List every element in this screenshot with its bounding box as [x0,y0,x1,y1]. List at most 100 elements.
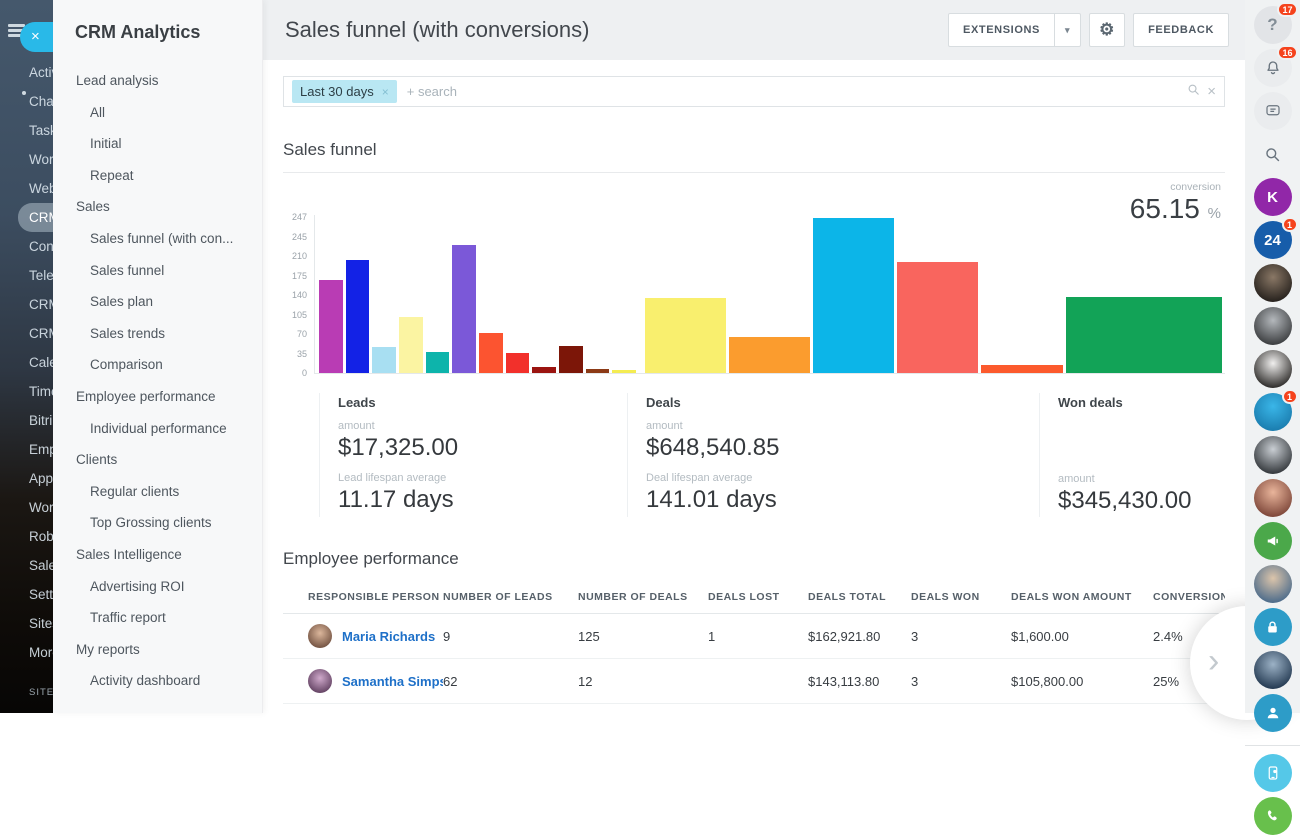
search-placeholder[interactable]: + search [407,84,457,99]
sidebar-item-robo[interactable]: Robo [0,522,53,551]
user-avatar-k[interactable]: K [1254,178,1292,216]
report-nav-activity-dashboard[interactable]: Activity dashboard [53,665,262,697]
sidebar-item-task[interactable]: Task [0,116,53,145]
report-nav-sales-funnel-with-con-[interactable]: Sales funnel (with con... [53,223,262,255]
report-nav-all[interactable]: All [53,97,262,129]
col-header-responsible-person[interactable]: RESPONSIBLE PERSON [283,583,443,614]
report-nav-employee-performance[interactable]: Employee performance [53,381,262,413]
sidebar-item-activ[interactable]: Activ [0,58,53,87]
contact-avatar-3[interactable] [1254,350,1292,388]
col-header-deals-lost[interactable]: DEALS LOST [708,583,808,614]
sitemap-link[interactable]: SITEMAP [0,687,53,698]
contact-avatar-1[interactable] [1254,264,1292,302]
notifications-bell-icon[interactable]: 16 [1254,49,1292,87]
funnel-bar-15[interactable] [813,218,894,373]
funnel-bar-6[interactable] [452,245,476,373]
funnel-bar-8[interactable] [506,353,530,373]
telephony-phone-icon[interactable] [1254,797,1292,835]
funnel-bar-3[interactable] [372,347,396,373]
marketing-megaphone-icon[interactable] [1254,522,1292,560]
funnel-bar-4[interactable] [399,317,423,373]
funnel-bar-9[interactable] [532,367,556,373]
funnel-bar-10[interactable] [559,346,583,373]
support-chat-icon[interactable] [1254,92,1292,130]
funnel-bar-11[interactable] [586,369,610,373]
sidebar-item-appl[interactable]: Appl [0,464,53,493]
report-nav-sales-funnel[interactable]: Sales funnel [53,255,262,287]
sidebar-item-setti[interactable]: Setti [0,580,53,609]
search-icon[interactable] [1254,135,1292,173]
funnel-bar-1[interactable] [319,280,343,373]
funnel-bar-5[interactable] [426,352,450,373]
report-nav-repeat[interactable]: Repeat [53,160,262,192]
sidebar-item-telep[interactable]: Telep [0,261,53,290]
clear-search-icon[interactable]: × [1207,83,1216,100]
funnel-bar-18[interactable] [1066,297,1222,373]
sidebar-item-more[interactable]: More [0,638,53,667]
report-nav-lead-analysis[interactable]: Lead analysis [53,65,262,97]
funnel-bar-12[interactable] [612,370,636,373]
funnel-bar-14[interactable] [729,337,810,373]
col-header-deals-won-amount[interactable]: DEALS WON AMOUNT [1011,583,1153,614]
user-silhouette-icon[interactable] [1254,694,1292,732]
feedback-button[interactable]: FEEDBACK [1133,13,1229,47]
contact-avatar-5[interactable] [1254,436,1292,474]
sidebar-item-chat[interactable]: Chat [0,87,53,116]
report-nav-sales-intelligence[interactable]: Sales Intelligence [53,539,262,571]
report-nav-comparison[interactable]: Comparison [53,349,262,381]
report-nav-individual-performance[interactable]: Individual performance [53,413,262,445]
help-icon[interactable]: ?17 [1254,6,1292,44]
report-nav-traffic-report[interactable]: Traffic report [53,602,262,634]
sidebar-item-emp[interactable]: Emp [0,435,53,464]
col-header-deals-won[interactable]: DEALS WON [911,583,1011,614]
sidebar-item-cale[interactable]: Cale [0,348,53,377]
col-header-number-of-leads[interactable]: NUMBER OF LEADS [443,583,578,614]
col-header-conversion[interactable]: CONVERSION [1153,583,1225,614]
report-nav-regular-clients[interactable]: Regular clients [53,476,262,508]
sidebar-item-time[interactable]: Time [0,377,53,406]
responsible-person-link[interactable]: Maria Richards [342,629,435,644]
filter-search-bar[interactable]: Last 30 days × + search × [283,76,1225,107]
report-nav-initial[interactable]: Initial [53,128,262,160]
sidebar-item-worl[interactable]: Worl [0,493,53,522]
feedback-label[interactable]: FEEDBACK [1134,24,1228,36]
contact-avatar-6[interactable] [1254,479,1292,517]
report-nav-my-reports[interactable]: My reports [53,634,262,666]
funnel-bar-17[interactable] [981,365,1064,373]
sidebar-item-cont[interactable]: Cont [0,232,53,261]
report-nav-sales[interactable]: Sales [53,191,262,223]
bitrix24-logo[interactable]: 241 [1254,221,1292,259]
report-nav-clients[interactable]: Clients [53,444,262,476]
responsible-person-link[interactable]: Samantha Simpson [342,674,443,689]
contact-avatar-4[interactable]: 1 [1254,393,1292,431]
search-icon[interactable] [1186,82,1201,102]
lock-icon[interactable] [1254,608,1292,646]
report-nav-sales-trends[interactable]: Sales trends [53,318,262,350]
report-nav-sales-plan[interactable]: Sales plan [53,286,262,318]
contact-avatar-7[interactable] [1254,565,1292,603]
sidebar-item-crm[interactable]: CRM [0,319,53,348]
funnel-bar-16[interactable] [897,262,978,373]
extensions-button[interactable]: EXTENSIONS ▾ [948,13,1081,47]
settings-gear-button[interactable]: ⚙ [1089,13,1125,47]
sidebar-item-crm[interactable]: CRM [0,290,53,319]
chevron-down-icon[interactable]: ▾ [1055,25,1080,36]
col-header-number-of-deals[interactable]: NUMBER OF DEALS [578,583,708,614]
col-header-deals-total[interactable]: DEALS TOTAL [808,583,911,614]
contact-avatar-8[interactable] [1254,651,1292,689]
mobile-app-icon[interactable] [1254,754,1292,792]
remove-filter-icon[interactable]: × [382,85,389,99]
sidebar-item-sites[interactable]: Sites [0,609,53,638]
funnel-bar-13[interactable] [645,298,726,373]
contact-avatar-2[interactable] [1254,307,1292,345]
report-nav-top-grossing-clients[interactable]: Top Grossing clients [53,507,262,539]
sidebar-item-sales[interactable]: Sales [0,551,53,580]
extensions-label[interactable]: EXTENSIONS [949,24,1054,36]
sidebar-item-worl[interactable]: Worl [0,145,53,174]
filter-chip-last-30-days[interactable]: Last 30 days × [292,80,397,103]
report-nav-advertising-roi[interactable]: Advertising ROI [53,571,262,603]
sidebar-item-web[interactable]: Web [0,174,53,203]
funnel-bar-7[interactable] [479,333,503,373]
funnel-bar-2[interactable] [346,260,370,373]
sidebar-item-bitri[interactable]: Bitri [0,406,53,435]
